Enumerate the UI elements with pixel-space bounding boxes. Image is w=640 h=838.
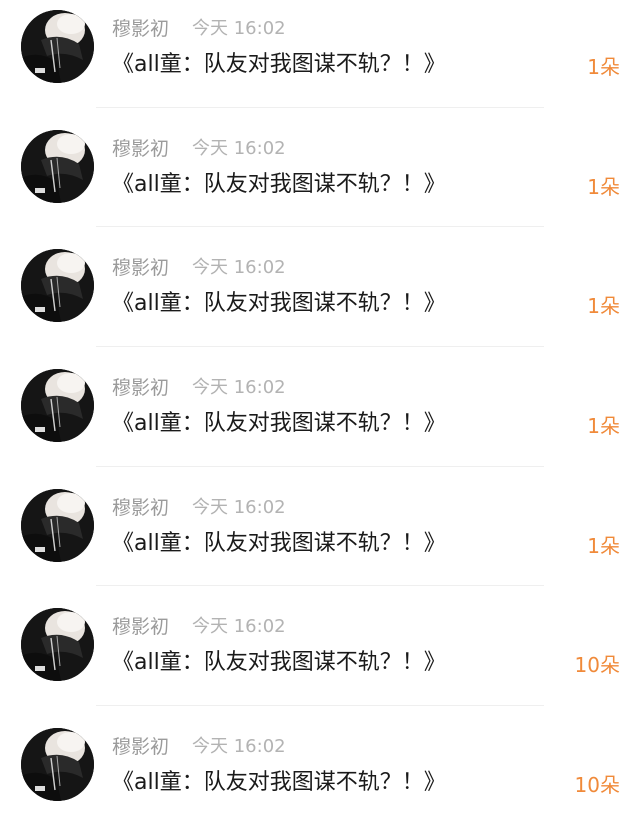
username[interactable]: 穆影初: [112, 735, 169, 759]
user-avatar[interactable]: [21, 488, 94, 562]
timestamp: 今天 16:02: [192, 736, 286, 758]
flower-count: 1朵: [587, 55, 620, 79]
list-item[interactable]: 穆影初 今天 16:02 《all童：队友对我图谋不轨？！》 1朵: [0, 239, 640, 359]
item-title[interactable]: 《all童：队友对我图谋不轨？！》: [112, 289, 446, 319]
user-avatar[interactable]: [21, 608, 94, 682]
avatar-image: [21, 249, 94, 323]
timestamp: 今天 16:02: [192, 257, 286, 279]
user-avatar[interactable]: [21, 249, 94, 323]
flower-count: 10朵: [574, 773, 620, 798]
list-item[interactable]: 穆影初 今天 16:02 《all童：队友对我图谋不轨？！》 10朵: [0, 598, 640, 718]
gift-record-list: 穆影初 今天 16:02 《all童：队友对我图谋不轨？！》 1朵 穆影初 今天…: [0, 0, 640, 838]
flower-count: 10朵: [574, 653, 620, 678]
divider: [96, 705, 544, 707]
username[interactable]: 穆影初: [112, 256, 169, 280]
avatar-image: [21, 608, 94, 682]
divider: [96, 585, 544, 587]
timestamp: 今天 16:02: [192, 137, 286, 159]
user-avatar[interactable]: [21, 728, 94, 802]
item-title[interactable]: 《all童：队友对我图谋不轨？！》: [112, 170, 446, 200]
divider: [96, 346, 544, 348]
list-item[interactable]: 穆影初 今天 16:02 《all童：队友对我图谋不轨？！》 1朵: [0, 0, 640, 120]
timestamp: 今天 16:02: [192, 377, 286, 399]
avatar-image: [21, 369, 94, 443]
divider: [96, 226, 544, 228]
flower-count: 1朵: [587, 533, 620, 558]
timestamp: 今天 16:02: [192, 616, 286, 638]
item-title[interactable]: 《all童：队友对我图谋不轨？！》: [112, 50, 446, 80]
timestamp: 今天 16:02: [192, 496, 286, 518]
timestamp: 今天 16:02: [192, 18, 286, 39]
item-title[interactable]: 《all童：队友对我图谋不轨？！》: [112, 409, 446, 439]
avatar-image: [21, 488, 94, 562]
user-avatar[interactable]: [21, 129, 94, 203]
divider: [96, 106, 544, 108]
avatar-image: [21, 129, 94, 203]
list-item[interactable]: 穆影初 今天 16:02 《all童：队友对我图谋不轨？！》 1朵: [0, 479, 640, 599]
username[interactable]: 穆影初: [112, 615, 169, 639]
avatar-image: [21, 10, 94, 83]
divider: [96, 465, 544, 467]
item-title[interactable]: 《all童：队友对我图谋不轨？！》: [112, 768, 446, 798]
flower-count: 1朵: [587, 414, 620, 439]
user-avatar[interactable]: [21, 10, 94, 83]
list-item[interactable]: 穆影初 今天 16:02 《all童：队友对我图谋不轨？！》 1朵: [0, 359, 640, 479]
user-avatar[interactable]: [21, 369, 94, 443]
avatar-image: [21, 728, 94, 802]
item-title[interactable]: 《all童：队友对我图谋不轨？！》: [112, 648, 446, 678]
item-title[interactable]: 《all童：队友对我图谋不轨？！》: [112, 529, 446, 559]
flower-count: 1朵: [587, 294, 620, 319]
list-item[interactable]: 穆影初 今天 16:02 《all童：队友对我图谋不轨？！》 1朵: [0, 120, 640, 240]
flower-count: 1朵: [587, 174, 620, 199]
username[interactable]: 穆影初: [112, 137, 169, 161]
username[interactable]: 穆影初: [112, 376, 169, 400]
username[interactable]: 穆影初: [112, 496, 169, 520]
username[interactable]: 穆影初: [112, 17, 169, 41]
